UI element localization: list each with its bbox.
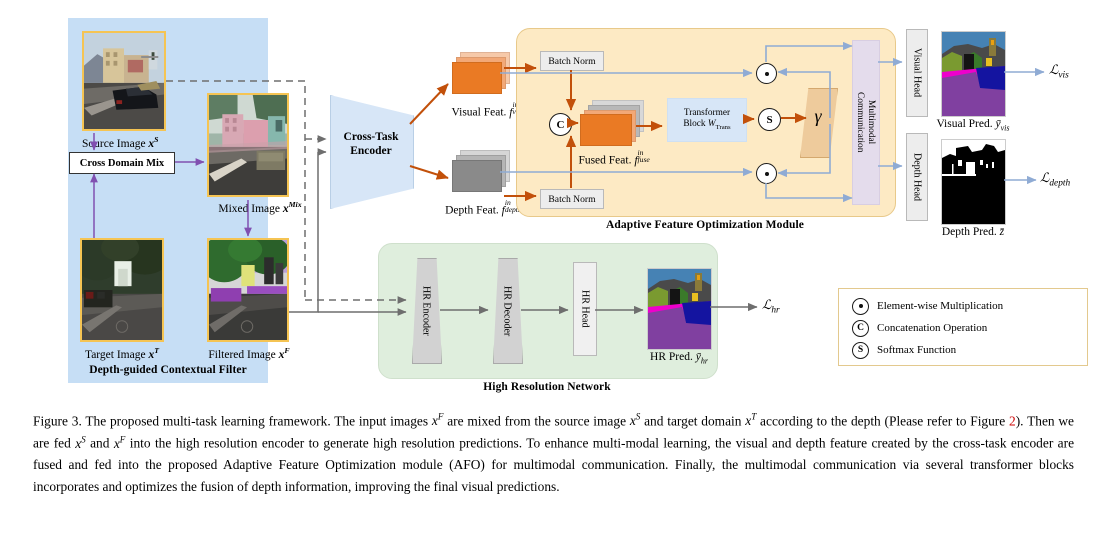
figure-caption: Figure 3. The proposed multi-task learni… [33, 410, 1074, 498]
connector-overlay [90, 41, 1045, 316]
caption-part6: and [85, 435, 114, 451]
figure-diagram: Source Image xS Cross Domain Mix Mixed I [0, 0, 1107, 400]
caption-part1: Figure 3. The proposed multi-task learni… [33, 413, 432, 429]
caption-part4: according to the depth (Please refer to … [756, 413, 1010, 429]
caption-part2: are mixed from the source image [443, 413, 630, 429]
caption-part7: into the high resolution encoder to gene… [33, 435, 1075, 495]
caption-part3: and target domain [640, 413, 746, 429]
caption-figure-ref[interactable]: 2 [1009, 413, 1016, 428]
